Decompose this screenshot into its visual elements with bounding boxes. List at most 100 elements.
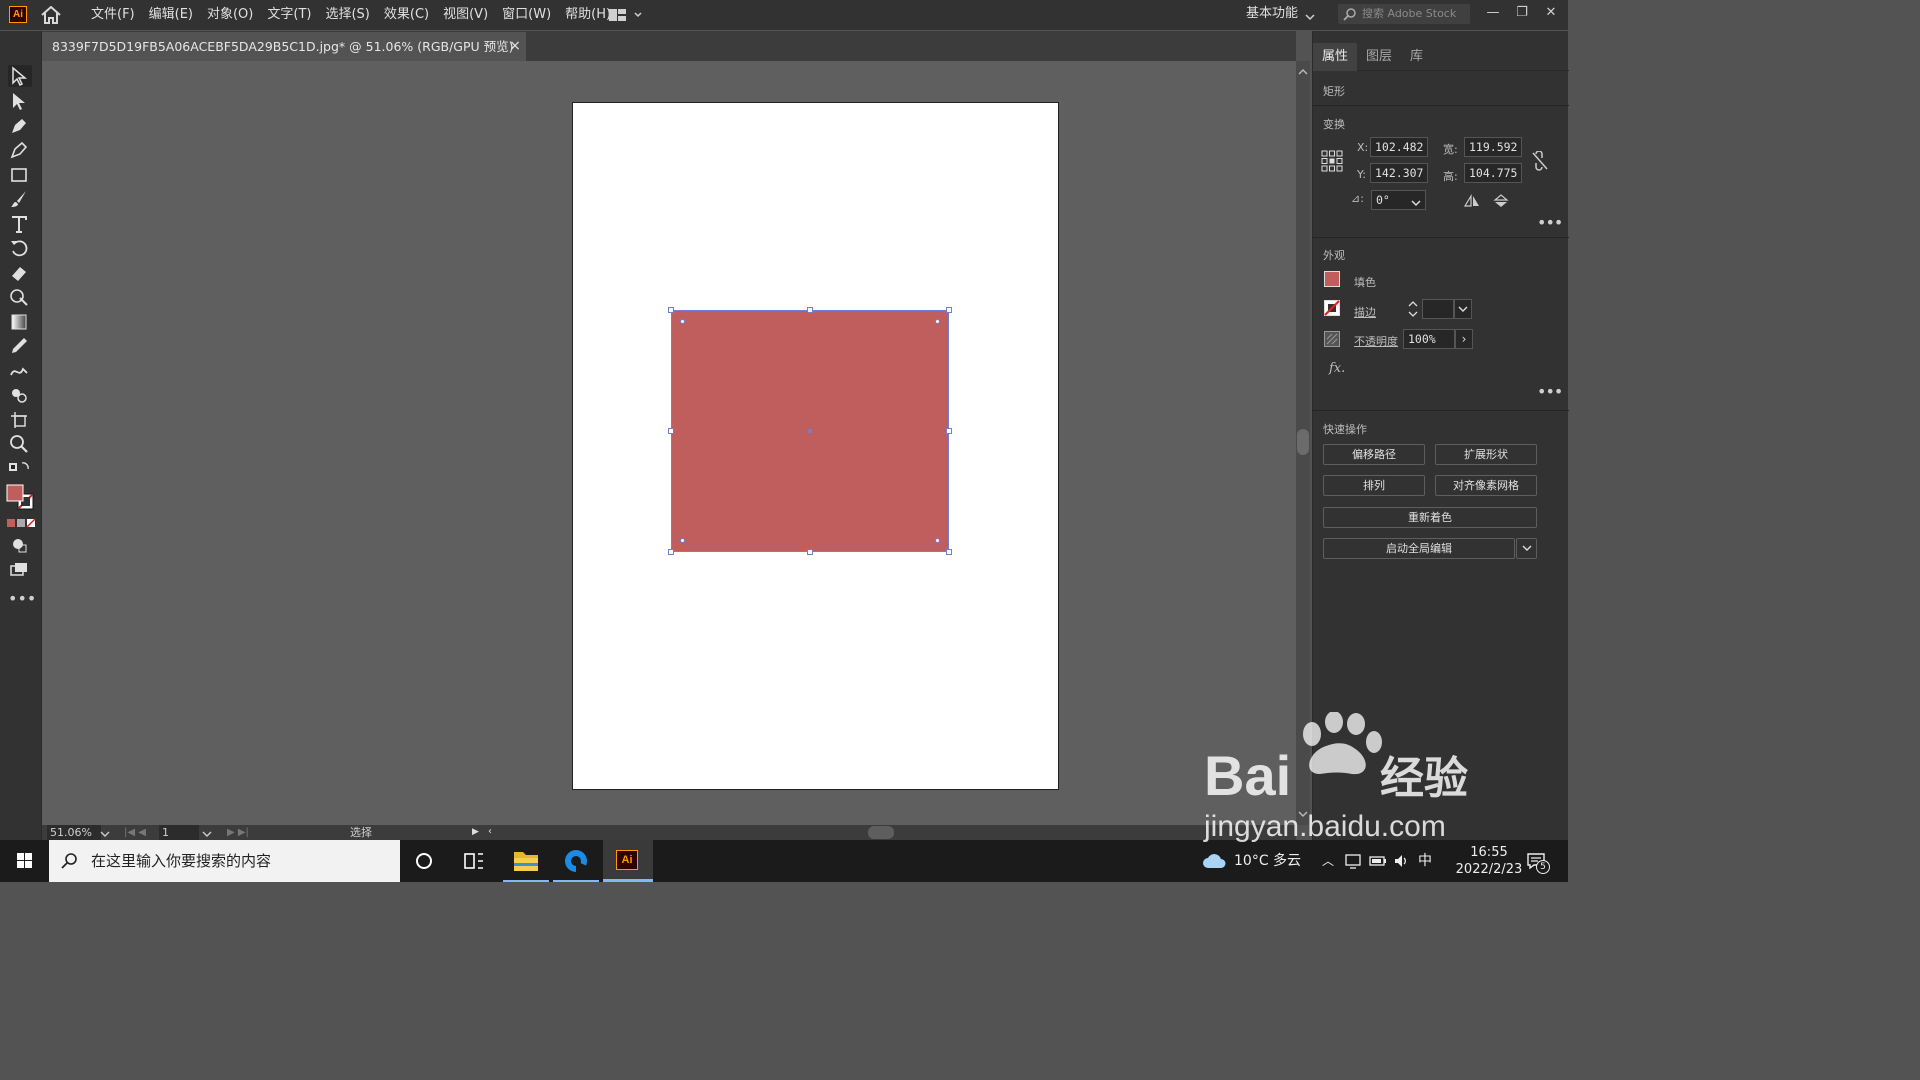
shape-builder-tool-icon[interactable] — [8, 286, 32, 308]
scroll-down-icon[interactable] — [1298, 807, 1308, 817]
opacity-label[interactable]: 不透明度 — [1354, 333, 1398, 349]
selection-tool-icon[interactable] — [8, 65, 32, 87]
height-field[interactable]: 104.775 — [1464, 163, 1522, 183]
fill-swatch[interactable] — [1324, 271, 1340, 287]
curvature-tool-icon[interactable] — [8, 139, 32, 161]
network-icon[interactable] — [1345, 853, 1361, 869]
more-options-icon[interactable]: ••• — [1537, 215, 1563, 231]
arrange-button[interactable]: 排列 — [1323, 475, 1425, 496]
direct-selection-tool-icon[interactable] — [8, 90, 32, 112]
x-field[interactable]: 102.482 — [1370, 137, 1428, 157]
recolor-button[interactable]: 重新着色 — [1323, 507, 1537, 528]
menu-window[interactable]: 窗口(W) — [495, 0, 558, 30]
artboard-number-field[interactable]: 1 — [159, 825, 199, 840]
document-tab[interactable]: 8339F7D5D19FB5A06ACEBF5DA29B5C1D.jpg* @ … — [42, 32, 526, 61]
file-explorer-icon[interactable] — [503, 840, 549, 882]
stroke-weight-dropdown[interactable] — [1454, 299, 1472, 319]
artboard-tool-icon[interactable] — [8, 409, 32, 431]
cortana-icon[interactable] — [401, 840, 447, 882]
menu-view[interactable]: 视图(V) — [436, 0, 495, 30]
artboard[interactable] — [572, 102, 1059, 790]
handle-middle-right[interactable] — [946, 428, 952, 434]
home-icon[interactable] — [40, 5, 62, 24]
fx-icon[interactable]: fx. — [1329, 361, 1345, 376]
handle-bottom-left[interactable] — [668, 549, 674, 555]
zoom-field[interactable]: 51.06% — [47, 825, 101, 840]
weather-text[interactable]: 10°C 多云 — [1234, 840, 1301, 882]
scroll-thumb[interactable] — [1297, 429, 1309, 455]
fill-stroke-swatch[interactable] — [6, 484, 36, 512]
handle-bottom-right[interactable] — [946, 549, 952, 555]
illustrator-taskbar-icon[interactable]: Ai — [603, 840, 653, 882]
show-hidden-icons-icon[interactable]: ︿ — [1322, 840, 1334, 882]
gradient-tool-icon[interactable] — [8, 311, 32, 333]
notification-center-icon[interactable]: 5 — [1526, 852, 1552, 874]
restore-button[interactable]: ❐ — [1512, 4, 1532, 22]
handle-bottom-middle[interactable] — [807, 549, 813, 555]
tab-layers[interactable]: 图层 — [1357, 43, 1401, 71]
flip-horizontal-icon[interactable] — [1463, 193, 1480, 208]
align-pixel-grid-button[interactable]: 对齐像素网格 — [1435, 475, 1537, 496]
scroll-up-icon[interactable] — [1298, 65, 1308, 75]
stroke-weight-field[interactable] — [1422, 299, 1454, 319]
menu-type[interactable]: 文字(T) — [260, 0, 318, 30]
swap-fill-stroke-icon[interactable] — [8, 459, 32, 475]
pen-tool-icon[interactable] — [8, 115, 32, 137]
y-field[interactable]: 142.307 — [1370, 163, 1428, 183]
corner-widget[interactable] — [935, 538, 940, 543]
taskbar-search-box[interactable]: 在这里输入你要搜索的内容 — [49, 840, 400, 882]
close-document-icon[interactable]: × — [507, 32, 523, 61]
global-edit-options-icon[interactable] — [1516, 538, 1537, 559]
opacity-field[interactable]: 100% — [1403, 329, 1455, 349]
blend-tool-icon[interactable] — [8, 360, 32, 382]
close-window-button[interactable]: ✕ — [1541, 4, 1561, 22]
offset-path-button[interactable]: 偏移路径 — [1323, 444, 1425, 465]
chevron-down-icon[interactable] — [100, 828, 110, 837]
first-prev-artboard-icon[interactable]: |◀ ◀ — [124, 825, 156, 840]
browser-icon[interactable] — [553, 840, 599, 882]
screen-mode-icon[interactable] — [8, 558, 32, 580]
menu-effect[interactable]: 效果(C) — [377, 0, 436, 30]
menu-file[interactable]: 文件(F) — [84, 0, 142, 30]
chevron-down-icon[interactable] — [1411, 196, 1421, 207]
chevron-right-icon[interactable]: › — [1455, 329, 1473, 349]
adobe-stock-search[interactable]: 搜索 Adobe Stock — [1338, 4, 1470, 24]
width-field[interactable]: 119.592 — [1464, 137, 1522, 157]
tab-properties[interactable]: 属性 — [1313, 43, 1358, 71]
expand-shape-button[interactable]: 扩展形状 — [1435, 444, 1537, 465]
color-mode-icon[interactable] — [6, 517, 36, 528]
canvas-area[interactable] — [42, 61, 1296, 825]
weather-cloud-icon[interactable] — [1202, 852, 1226, 870]
stroke-weight-stepper-icon[interactable] — [1408, 299, 1418, 319]
menu-object[interactable]: 对象(O) — [200, 0, 260, 30]
menu-select[interactable]: 选择(S) — [318, 0, 376, 30]
type-tool-icon[interactable] — [8, 213, 32, 235]
symbol-sprayer-tool-icon[interactable] — [8, 384, 32, 406]
paintbrush-tool-icon[interactable] — [8, 188, 32, 210]
windows-start-icon[interactable] — [2, 840, 48, 882]
opacity-icon[interactable] — [1324, 331, 1340, 347]
tab-libraries[interactable]: 库 — [1401, 43, 1432, 71]
task-view-icon[interactable] — [451, 840, 497, 882]
more-tools-icon[interactable]: ••• — [8, 591, 36, 613]
clock[interactable]: 16:55 2022/2/23 — [1444, 844, 1534, 878]
draw-mode-icon[interactable] — [8, 534, 32, 556]
zoom-tool-icon[interactable] — [8, 433, 32, 455]
handle-top-left[interactable] — [668, 307, 674, 313]
handle-top-middle[interactable] — [807, 307, 813, 313]
start-global-edit-button[interactable]: 启动全局编辑 — [1323, 538, 1515, 559]
flip-vertical-icon[interactable] — [1493, 194, 1509, 208]
corner-widget[interactable] — [680, 319, 685, 324]
input-method-indicator[interactable]: 中 — [1418, 840, 1432, 882]
vertical-scrollbar[interactable] — [1296, 61, 1310, 825]
more-options-icon[interactable]: ••• — [1537, 384, 1563, 400]
minimize-button[interactable]: — — [1483, 4, 1503, 22]
menu-edit[interactable]: 编辑(E) — [142, 0, 200, 30]
rectangle-tool-icon[interactable] — [8, 164, 32, 186]
corner-widget[interactable] — [680, 538, 685, 543]
next-last-artboard-icon[interactable]: ▶ ▶| — [227, 825, 259, 840]
corner-widget[interactable] — [935, 319, 940, 324]
reference-point-icon[interactable] — [1321, 150, 1343, 172]
volume-icon[interactable] — [1393, 853, 1409, 869]
stroke-label[interactable]: 描边 — [1354, 304, 1376, 320]
